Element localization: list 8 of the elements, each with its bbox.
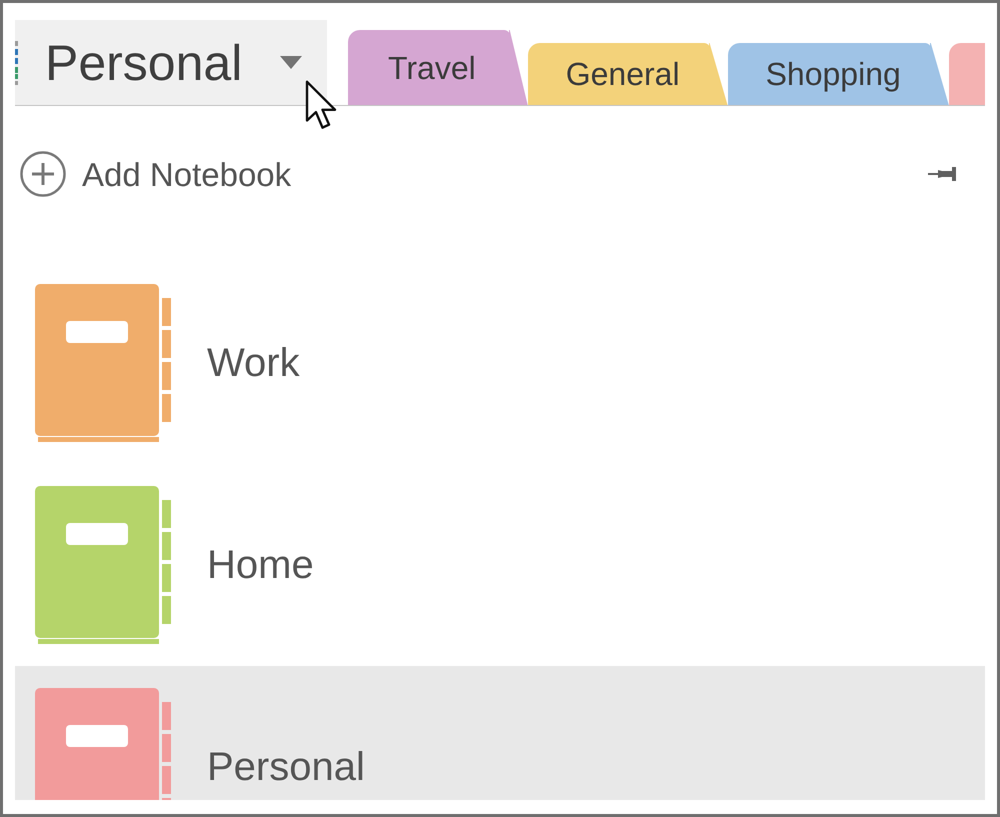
color-dashes-icon — [15, 40, 18, 84]
notebook-item[interactable]: Home — [15, 464, 985, 666]
notebook-item[interactable]: Work — [15, 262, 985, 464]
notebook-item[interactable]: Personal — [15, 666, 985, 800]
plus-circle-icon — [20, 151, 66, 197]
notebook-picker[interactable]: Personal — [15, 20, 327, 105]
caret-icon — [280, 56, 302, 69]
add-notebook-button[interactable]: Add Notebook — [20, 151, 292, 197]
